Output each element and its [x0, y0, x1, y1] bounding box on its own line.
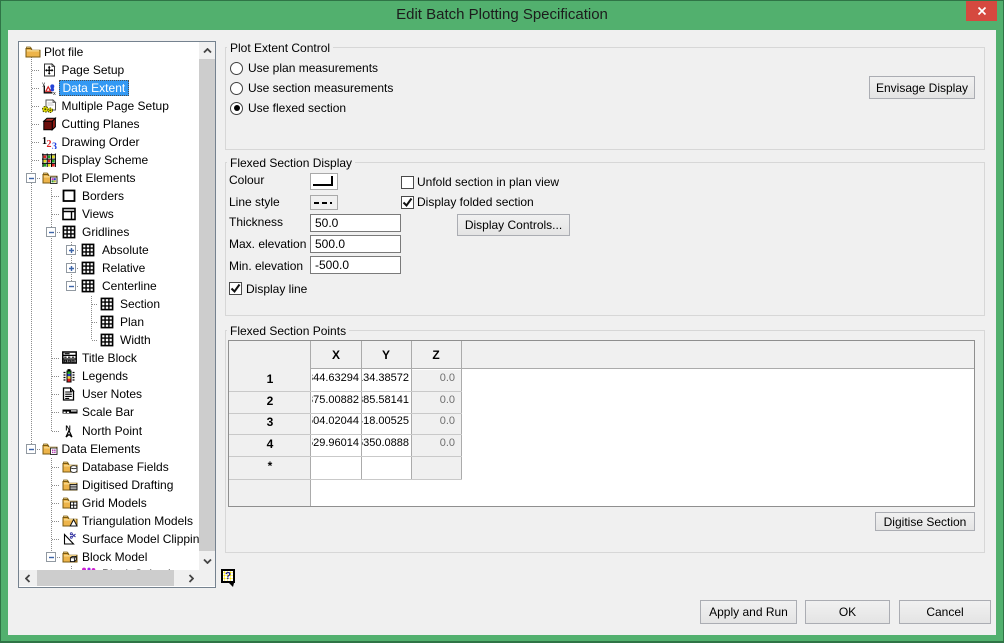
svg-text:x: x — [53, 91, 56, 95]
svg-text:3: 3 — [52, 142, 57, 150]
svg-text:2: 2 — [47, 139, 52, 149]
